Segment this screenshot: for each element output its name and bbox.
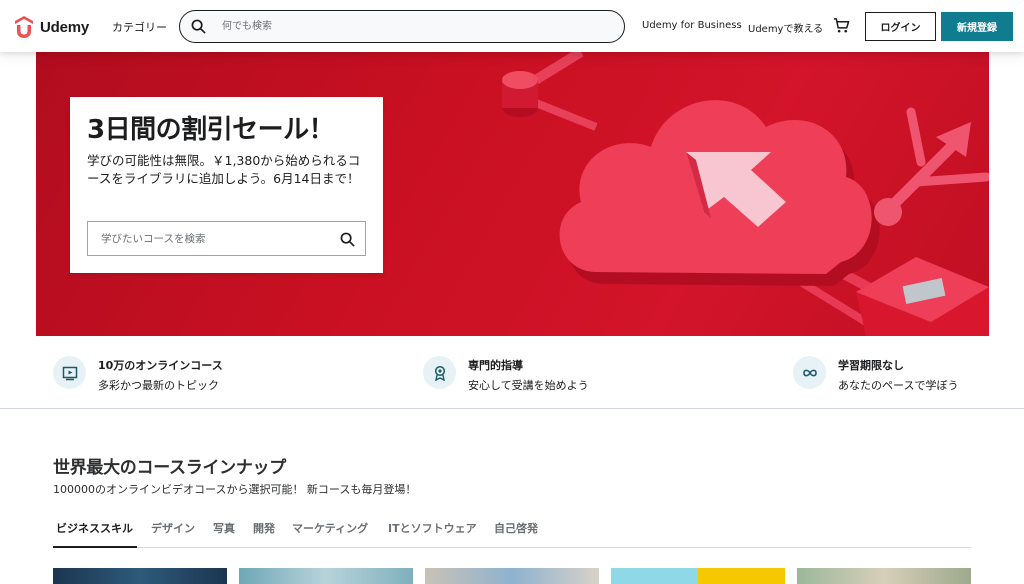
award-ribbon-icon bbox=[423, 356, 456, 389]
value-propositions: 10万のオンラインコース 多彩かつ最新のトピック 専門的指導 安心して受講を始め… bbox=[0, 336, 1024, 408]
prop-subtitle: あなたのペースで学ぼう bbox=[838, 379, 959, 392]
tab-photography[interactable]: 写真 bbox=[213, 520, 235, 536]
search-icon[interactable] bbox=[191, 19, 206, 34]
course-card-thumbnail[interactable] bbox=[611, 568, 785, 584]
signup-button[interactable]: 新規登録 bbox=[941, 12, 1013, 41]
categories-menu[interactable]: カテゴリー bbox=[112, 19, 167, 35]
tab-business[interactable]: ビジネススキル bbox=[56, 520, 133, 536]
course-card-thumbnail[interactable] bbox=[53, 568, 227, 584]
tab-personal-development[interactable]: 自己啓発 bbox=[494, 520, 538, 536]
tab-marketing[interactable]: マーケティング bbox=[292, 520, 368, 536]
course-search-input[interactable] bbox=[99, 231, 329, 246]
udemy-for-business-link[interactable]: Udemy for Business bbox=[642, 20, 742, 31]
shopping-cart-icon[interactable] bbox=[833, 17, 850, 34]
course-card-thumbnail[interactable] bbox=[797, 568, 971, 584]
section-title: 世界最大のコースラインナップ bbox=[53, 458, 286, 478]
prop-title: 専門的指導 bbox=[468, 359, 523, 372]
video-play-icon bbox=[53, 356, 86, 389]
course-search-bar[interactable] bbox=[87, 221, 366, 256]
prop-expert-instruction: 専門的指導 安心して受講を始めよう bbox=[423, 356, 589, 393]
active-tab-indicator bbox=[53, 546, 137, 548]
prop-title: 学習期限なし bbox=[838, 359, 904, 372]
tab-development[interactable]: 開発 bbox=[253, 520, 275, 536]
top-header: Udemy カテゴリー Udemy for Business Udemyで教える… bbox=[0, 0, 1024, 52]
promo-description: 学びの可能性は無限。￥1,380から始められるコースをライブラリに追加しよう。6… bbox=[87, 153, 361, 187]
header-search-bar[interactable] bbox=[179, 10, 625, 43]
prop-subtitle: 安心して受講を始めよう bbox=[468, 379, 589, 392]
infinity-icon bbox=[793, 356, 826, 389]
course-card-thumbnail[interactable] bbox=[425, 568, 599, 584]
prop-online-courses: 10万のオンラインコース 多彩かつ最新のトピック bbox=[53, 356, 223, 393]
udemy-logo[interactable]: Udemy bbox=[12, 14, 89, 40]
course-card-thumbnail[interactable] bbox=[239, 568, 413, 584]
promo-title: 3日間の割引セール！ bbox=[87, 115, 335, 145]
teach-on-udemy-link[interactable]: Udemyで教える bbox=[748, 20, 823, 35]
section-subtitle: 100000のオンラインビデオコースから選択可能！ 新コースも毎月登場！ bbox=[53, 483, 417, 496]
prop-lifetime-access: 学習期限なし あなたのペースで学ぼう bbox=[793, 356, 958, 393]
logo-text: Udemy bbox=[40, 18, 90, 36]
login-button[interactable]: ログイン bbox=[865, 12, 936, 41]
promo-card: 3日間の割引セール！ 学びの可能性は無限。￥1,380から始められるコースをライ… bbox=[70, 97, 383, 273]
section-divider bbox=[0, 408, 1024, 409]
tab-design[interactable]: デザイン bbox=[151, 520, 195, 536]
prop-subtitle: 多彩かつ最新のトピック bbox=[98, 379, 219, 392]
header-search-input[interactable] bbox=[220, 20, 600, 33]
category-tabs: ビジネススキル デザイン 写真 開発 マーケティング ITとソフトウェア 自己啓… bbox=[53, 512, 971, 548]
tab-it-software[interactable]: ITとソフトウェア bbox=[388, 520, 477, 536]
prop-title: 10万のオンラインコース bbox=[98, 359, 223, 372]
search-icon[interactable] bbox=[340, 232, 355, 247]
udemy-logo-icon bbox=[15, 16, 33, 38]
